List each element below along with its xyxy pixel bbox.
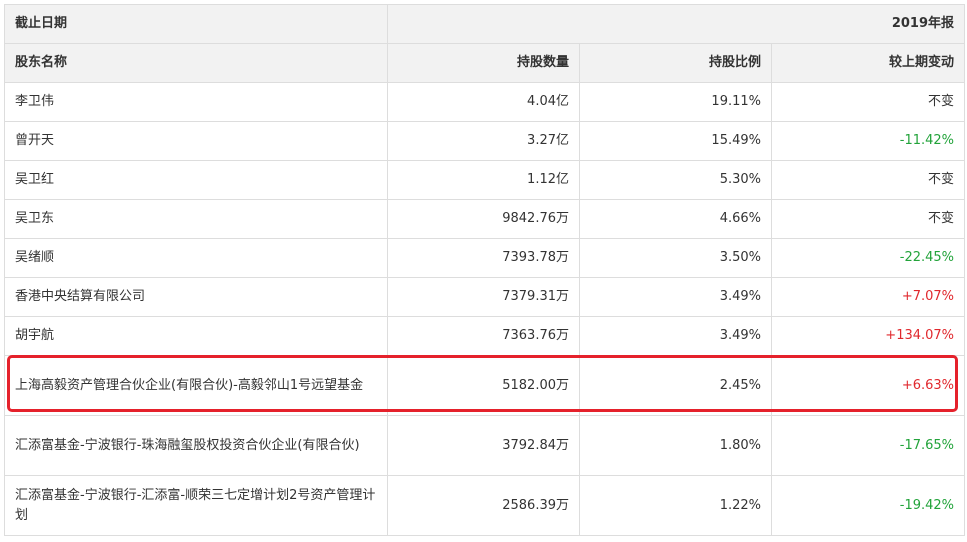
holding-ratio: 19.11% — [579, 82, 772, 122]
holding-ratio: 3.50% — [579, 238, 772, 278]
shareholder-name: 吴绪顺 — [4, 238, 388, 278]
shares-held: 1.12亿 — [387, 160, 580, 200]
change-value: -17.65% — [770, 415, 966, 476]
shareholder-name: 吴卫东 — [4, 199, 388, 239]
holding-ratio: 3.49% — [579, 277, 772, 317]
holding-ratio: 4.66% — [579, 199, 772, 239]
shares-held: 3792.84万 — [387, 415, 580, 476]
column-header-ratio: 持股比例 — [579, 43, 772, 83]
shareholder-name: 汇添富基金-宁波银行-珠海融玺股权投资合伙企业(有限合伙) — [4, 415, 388, 476]
change-value: -19.42% — [770, 475, 966, 536]
shareholder-name: 胡宇航 — [4, 316, 388, 356]
shareholder-table: 截止日期 2019年报 股东名称 持股数量 持股比例 较上期变动 李卫伟 4.04… — [4, 4, 966, 536]
table-row: 胡宇航 7363.76万 3.49% +134.07% — [4, 316, 966, 356]
table-row: 汇添富基金-宁波银行-珠海融玺股权投资合伙企业(有限合伙) 3792.84万 1.8… — [4, 415, 966, 476]
holding-ratio: 2.45% — [579, 355, 772, 416]
holding-ratio: 1.22% — [579, 475, 772, 536]
shares-held: 7379.31万 — [387, 277, 580, 317]
change-value: +6.63% — [770, 355, 966, 416]
table-row: 汇添富基金-宁波银行-汇添富-顺荣三七定增计划2号资产管理计划 2586.39万 1… — [4, 475, 966, 536]
table-row: 吴卫红 1.12亿 5.30% 不变 — [4, 160, 966, 200]
date-label: 截止日期 — [4, 4, 388, 44]
report-period: 2019年报 — [386, 4, 966, 44]
column-header-shares: 持股数量 — [387, 43, 580, 83]
holding-ratio: 1.80% — [579, 415, 772, 476]
shareholder-name: 香港中央结算有限公司 — [4, 277, 388, 317]
shareholder-page: 截止日期 2019年报 股东名称 持股数量 持股比例 较上期变动 李卫伟 4.04… — [0, 0, 967, 542]
table-row: 吴绪顺 7393.78万 3.50% -22.45% — [4, 238, 966, 278]
shareholder-name: 李卫伟 — [4, 82, 388, 122]
table-header-date-row: 截止日期 2019年报 — [4, 4, 966, 44]
table-row: 香港中央结算有限公司 7379.31万 3.49% +7.07% — [4, 277, 966, 317]
change-value: 不变 — [770, 160, 966, 200]
shares-held: 9842.76万 — [387, 199, 580, 239]
change-value: +134.07% — [770, 316, 966, 356]
shares-held: 2586.39万 — [387, 475, 580, 536]
column-header-name: 股东名称 — [4, 43, 388, 83]
table-row: 李卫伟 4.04亿 19.11% 不变 — [4, 82, 966, 122]
shareholder-name: 上海高毅资产管理合伙企业(有限合伙)-高毅邻山1号远望基金 — [4, 355, 388, 416]
change-value: -11.42% — [770, 121, 966, 161]
shares-held: 3.27亿 — [387, 121, 580, 161]
shares-held: 7393.78万 — [387, 238, 580, 278]
table-row: 吴卫东 9842.76万 4.66% 不变 — [4, 199, 966, 239]
change-value: +7.07% — [770, 277, 966, 317]
shareholder-name: 汇添富基金-宁波银行-汇添富-顺荣三七定增计划2号资产管理计划 — [4, 475, 388, 536]
shares-held: 7363.76万 — [387, 316, 580, 356]
change-value: 不变 — [770, 82, 966, 122]
change-value: 不变 — [770, 199, 966, 239]
shareholder-name: 吴卫红 — [4, 160, 388, 200]
shares-held: 5182.00万 — [387, 355, 580, 416]
shares-held: 4.04亿 — [387, 82, 580, 122]
column-header-change: 较上期变动 — [770, 43, 966, 83]
shareholder-name: 曾开天 — [4, 121, 388, 161]
table-row: 曾开天 3.27亿 15.49% -11.42% — [4, 121, 966, 161]
holding-ratio: 3.49% — [579, 316, 772, 356]
table-row: 上海高毅资产管理合伙企业(有限合伙)-高毅邻山1号远望基金 5182.00万 2.4… — [4, 355, 966, 416]
holding-ratio: 15.49% — [579, 121, 772, 161]
change-value: -22.45% — [770, 238, 966, 278]
table-header-columns-row: 股东名称 持股数量 持股比例 较上期变动 — [4, 43, 966, 83]
holding-ratio: 5.30% — [579, 160, 772, 200]
